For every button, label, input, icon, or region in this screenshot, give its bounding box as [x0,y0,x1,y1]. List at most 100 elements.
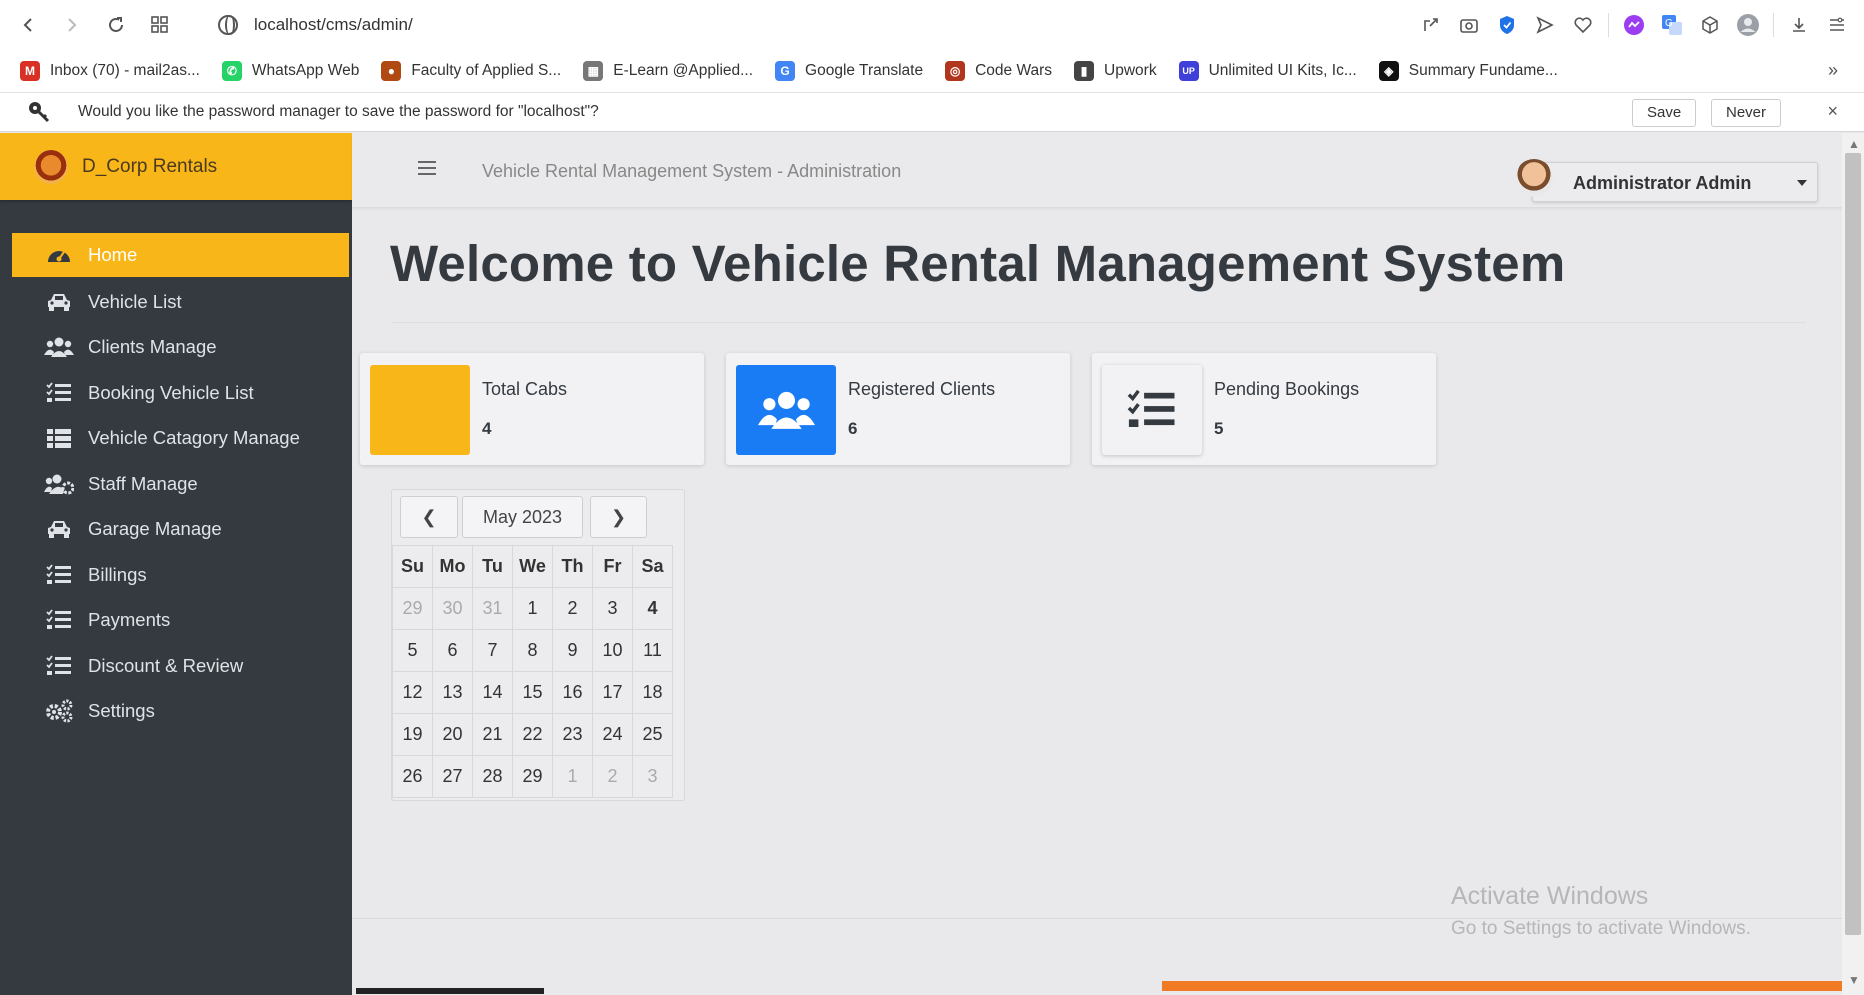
brand[interactable]: D_Corp Rentals [0,133,352,200]
calendar-day[interactable]: 17 [592,671,633,714]
calendar-day[interactable]: 30 [432,587,473,630]
close-icon[interactable]: × [1827,101,1838,122]
calendar-day[interactable]: 29 [512,755,553,798]
sidebar-item-clients-manage[interactable]: Clients Manage [0,325,352,371]
calendar-day[interactable]: 3 [632,755,673,798]
calendar-day[interactable]: 12 [392,671,433,714]
page-title: Welcome to Vehicle Rental Management Sys… [390,235,1566,292]
calendar-day[interactable]: 5 [392,629,433,672]
tabs-grid-button[interactable] [138,0,182,50]
calendar-day[interactable]: 29 [392,587,433,630]
translate-icon[interactable]: G [1653,0,1691,50]
save-password-button[interactable]: Save [1632,99,1697,127]
calendar-day[interactable]: 19 [392,713,433,756]
bookmark-item[interactable]: ◎ Code Wars [945,61,1052,81]
cube-icon[interactable] [1691,0,1729,50]
calendar-day[interactable]: 16 [552,671,593,714]
bookmark-item[interactable]: UP Unlimited UI Kits, Ic... [1178,61,1357,81]
calendar-day[interactable]: 10 [592,629,633,672]
scroll-up-icon[interactable]: ▲ [1848,137,1860,151]
hamburger-icon[interactable] [418,161,436,175]
bookmark-item[interactable]: ▮ Upwork [1074,61,1157,81]
globe-icon [218,15,238,35]
address-bar[interactable]: localhost/cms/admin/ [218,8,413,42]
scrollbar-thumb[interactable] [1845,153,1861,935]
sidebar-item-vehicle-catagory-manage[interactable]: Vehicle Catagory Manage [0,416,352,462]
shield-icon[interactable] [1488,0,1526,50]
list-icon [44,381,74,405]
sidebar-item-booking-vehicle-list[interactable]: Booking Vehicle List [0,370,352,416]
sidebar-item-staff-manage[interactable]: Staff Manage [0,461,352,507]
menu-icon[interactable] [1818,0,1856,50]
sidebar-item-settings[interactable]: Settings [0,689,352,735]
reload-button[interactable] [94,0,138,50]
calendar-day[interactable]: 2 [592,755,633,798]
calendar-month-switch[interactable]: May 2023 [462,496,583,538]
sidebar-item-garage-manage[interactable]: Garage Manage [0,507,352,553]
stat-card[interactable]: Total Cabs 4 [360,353,704,465]
loading-progress-bar [1162,981,1845,991]
profile-icon[interactable] [1729,0,1767,50]
calendar-day[interactable]: 13 [432,671,473,714]
calendar-next-button[interactable]: ❯ [590,496,647,538]
bookmark-item[interactable]: ✆ WhatsApp Web [221,61,359,81]
calendar-day[interactable]: 21 [472,713,513,756]
back-button[interactable] [6,0,50,50]
share-icon[interactable] [1412,0,1450,50]
calendar-day[interactable]: 7 [472,629,513,672]
sidebar-item-payments[interactable]: Payments [0,598,352,644]
calendar-day[interactable]: 22 [512,713,553,756]
stat-card[interactable]: Registered Clients 6 [726,353,1070,465]
bookmark-item[interactable]: ▦ E-Learn @Applied... [583,61,753,81]
calendar-day[interactable]: 23 [552,713,593,756]
calendar-day[interactable]: 2 [552,587,593,630]
send-icon[interactable] [1526,0,1564,50]
calendar-day[interactable]: 6 [432,629,473,672]
calendar-day[interactable]: 31 [472,587,513,630]
horizontal-scrollbar[interactable] [356,988,544,994]
camera-icon[interactable] [1450,0,1488,50]
sidebar-item-home[interactable]: Home [12,233,349,277]
bookmark-item[interactable]: ◈ Summary Fundame... [1378,61,1558,81]
calendar-day[interactable]: 8 [512,629,553,672]
vertical-scrollbar[interactable]: ▲ ▼ [1842,133,1864,995]
calendar-day[interactable]: 26 [392,755,433,798]
calendar-day[interactable]: 27 [432,755,473,798]
gmail-icon: M [20,61,40,81]
stat-card[interactable]: Pending Bookings 5 [1092,353,1436,465]
scroll-down-icon[interactable]: ▼ [1848,973,1860,987]
address-url[interactable]: localhost/cms/admin/ [254,15,413,35]
calendar-day[interactable]: 1 [552,755,593,798]
bookmark-item[interactable]: ● Faculty of Applied S... [381,61,561,81]
sidebar-item-vehicle-list[interactable]: Vehicle List [0,279,352,325]
bookmarks-overflow-icon[interactable]: » [1828,60,1838,81]
calendar-day[interactable]: 4 [632,587,673,630]
sidebar-item-label: Home [88,244,138,265]
calendar-day[interactable]: 24 [592,713,633,756]
calendar-day[interactable]: 28 [472,755,513,798]
bookmark-item[interactable]: G Google Translate [775,61,923,81]
calendar-day[interactable]: 18 [632,671,673,714]
calendar-day[interactable]: 20 [432,713,473,756]
calendar-day[interactable]: 9 [552,629,593,672]
calendar-day[interactable]: 14 [472,671,513,714]
forward-button[interactable] [50,0,94,50]
system-title: Vehicle Rental Management System - Admin… [482,161,902,181]
calendar-day[interactable]: 1 [512,587,553,630]
calendar-prev-button[interactable]: ❮ [400,496,458,538]
never-save-button[interactable]: Never [1711,99,1782,127]
stat-card-value: 6 [848,419,858,438]
user-menu-button[interactable]: Administrator Admin [1515,159,1818,202]
calendar-day[interactable]: 15 [512,671,553,714]
bookmark-item[interactable]: M Inbox (70) - mail2as... [20,61,200,81]
messenger-icon[interactable] [1615,0,1653,50]
download-icon[interactable] [1780,0,1818,50]
calendar-day[interactable]: 11 [632,629,673,672]
calendar-day[interactable]: 3 [592,587,633,630]
calendar-day[interactable]: 25 [632,713,673,756]
sidebar-item-billings[interactable]: Billings [0,552,352,598]
calendar-weekday: Th [552,545,593,588]
sidebar-item-label: Settings [88,700,155,722]
sidebar-item-discount-review[interactable]: Discount & Review [0,643,352,689]
heart-icon[interactable] [1564,0,1602,50]
